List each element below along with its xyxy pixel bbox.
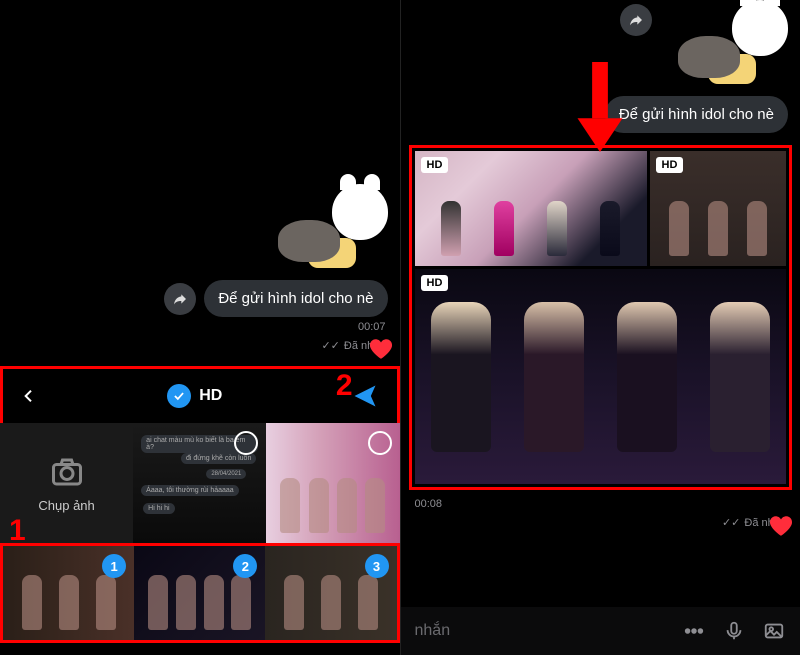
hd-checkbox-checked-icon[interactable] <box>167 384 191 408</box>
voice-icon[interactable] <box>722 619 746 643</box>
heart-reaction-icon[interactable] <box>768 513 794 539</box>
take-photo-label: Chụp ảnh <box>38 498 94 513</box>
hd-badge: HD <box>421 275 449 291</box>
send-button[interactable] <box>348 379 382 413</box>
gallery-thumb-selected-2[interactable]: 2 <box>134 546 265 640</box>
annotation-arrow-down-icon <box>575 62 625 157</box>
delivery-check-icon: ✓✓ <box>722 516 740 529</box>
photo-icon[interactable] <box>762 619 786 643</box>
forward-button[interactable] <box>620 4 652 36</box>
heart-reaction-icon[interactable] <box>368 336 394 362</box>
annotation-number-1: 1 <box>9 514 26 548</box>
sent-photo-2[interactable]: HD <box>650 151 786 266</box>
forward-button[interactable] <box>164 283 196 315</box>
delivery-check-icon: ✓✓ <box>321 339 339 352</box>
more-options-icon[interactable] <box>682 619 706 643</box>
message-input[interactable]: nhắn <box>415 622 667 640</box>
gallery-thumb-selected-3[interactable]: 3 <box>265 546 396 640</box>
screenshot-left: Để gửi hình idol cho nè 00:07 ✓✓ Đã nhận… <box>0 0 401 655</box>
gallery-thumb-selected-1[interactable]: 1 <box>3 546 134 640</box>
message-bubble[interactable]: Để gửi hình idol cho nè <box>605 96 788 133</box>
photo-grid-row-2-highlighted: 1 1 2 3 <box>0 543 400 643</box>
message-bubble[interactable]: Để gửi hình idol cho nè <box>204 280 387 317</box>
hd-label: HD <box>199 387 222 405</box>
timestamp: 00:07 <box>358 321 386 333</box>
sticker-message <box>0 180 400 276</box>
selection-badge-3[interactable]: 3 <box>365 554 389 578</box>
selection-circle-icon[interactable] <box>368 431 392 455</box>
photo-grid-row-1: Chụp ảnh ai chat màu mù ko biết là ba em… <box>0 423 400 543</box>
annotation-number-2: 2 <box>336 369 353 403</box>
screenshot-right: Để gửi hình idol cho nè HD HD HD <box>401 0 800 655</box>
timestamp: 00:08 <box>415 498 443 510</box>
gallery-thumb-1[interactable] <box>266 423 399 543</box>
selection-badge-1[interactable]: 1 <box>102 554 126 578</box>
photo-picker-header: HD 2 <box>0 366 400 423</box>
sent-photo-1[interactable]: HD <box>415 151 647 266</box>
sent-media-highlighted: HD HD HD <box>409 145 793 490</box>
back-button[interactable] <box>17 384 41 408</box>
message-input-bar: nhắn <box>401 607 800 655</box>
gallery-thumb-screenshot[interactable]: ai chat màu mù ko biết là ba em à? đi đứ… <box>133 423 266 543</box>
sent-photo-3[interactable]: HD <box>415 269 787 484</box>
